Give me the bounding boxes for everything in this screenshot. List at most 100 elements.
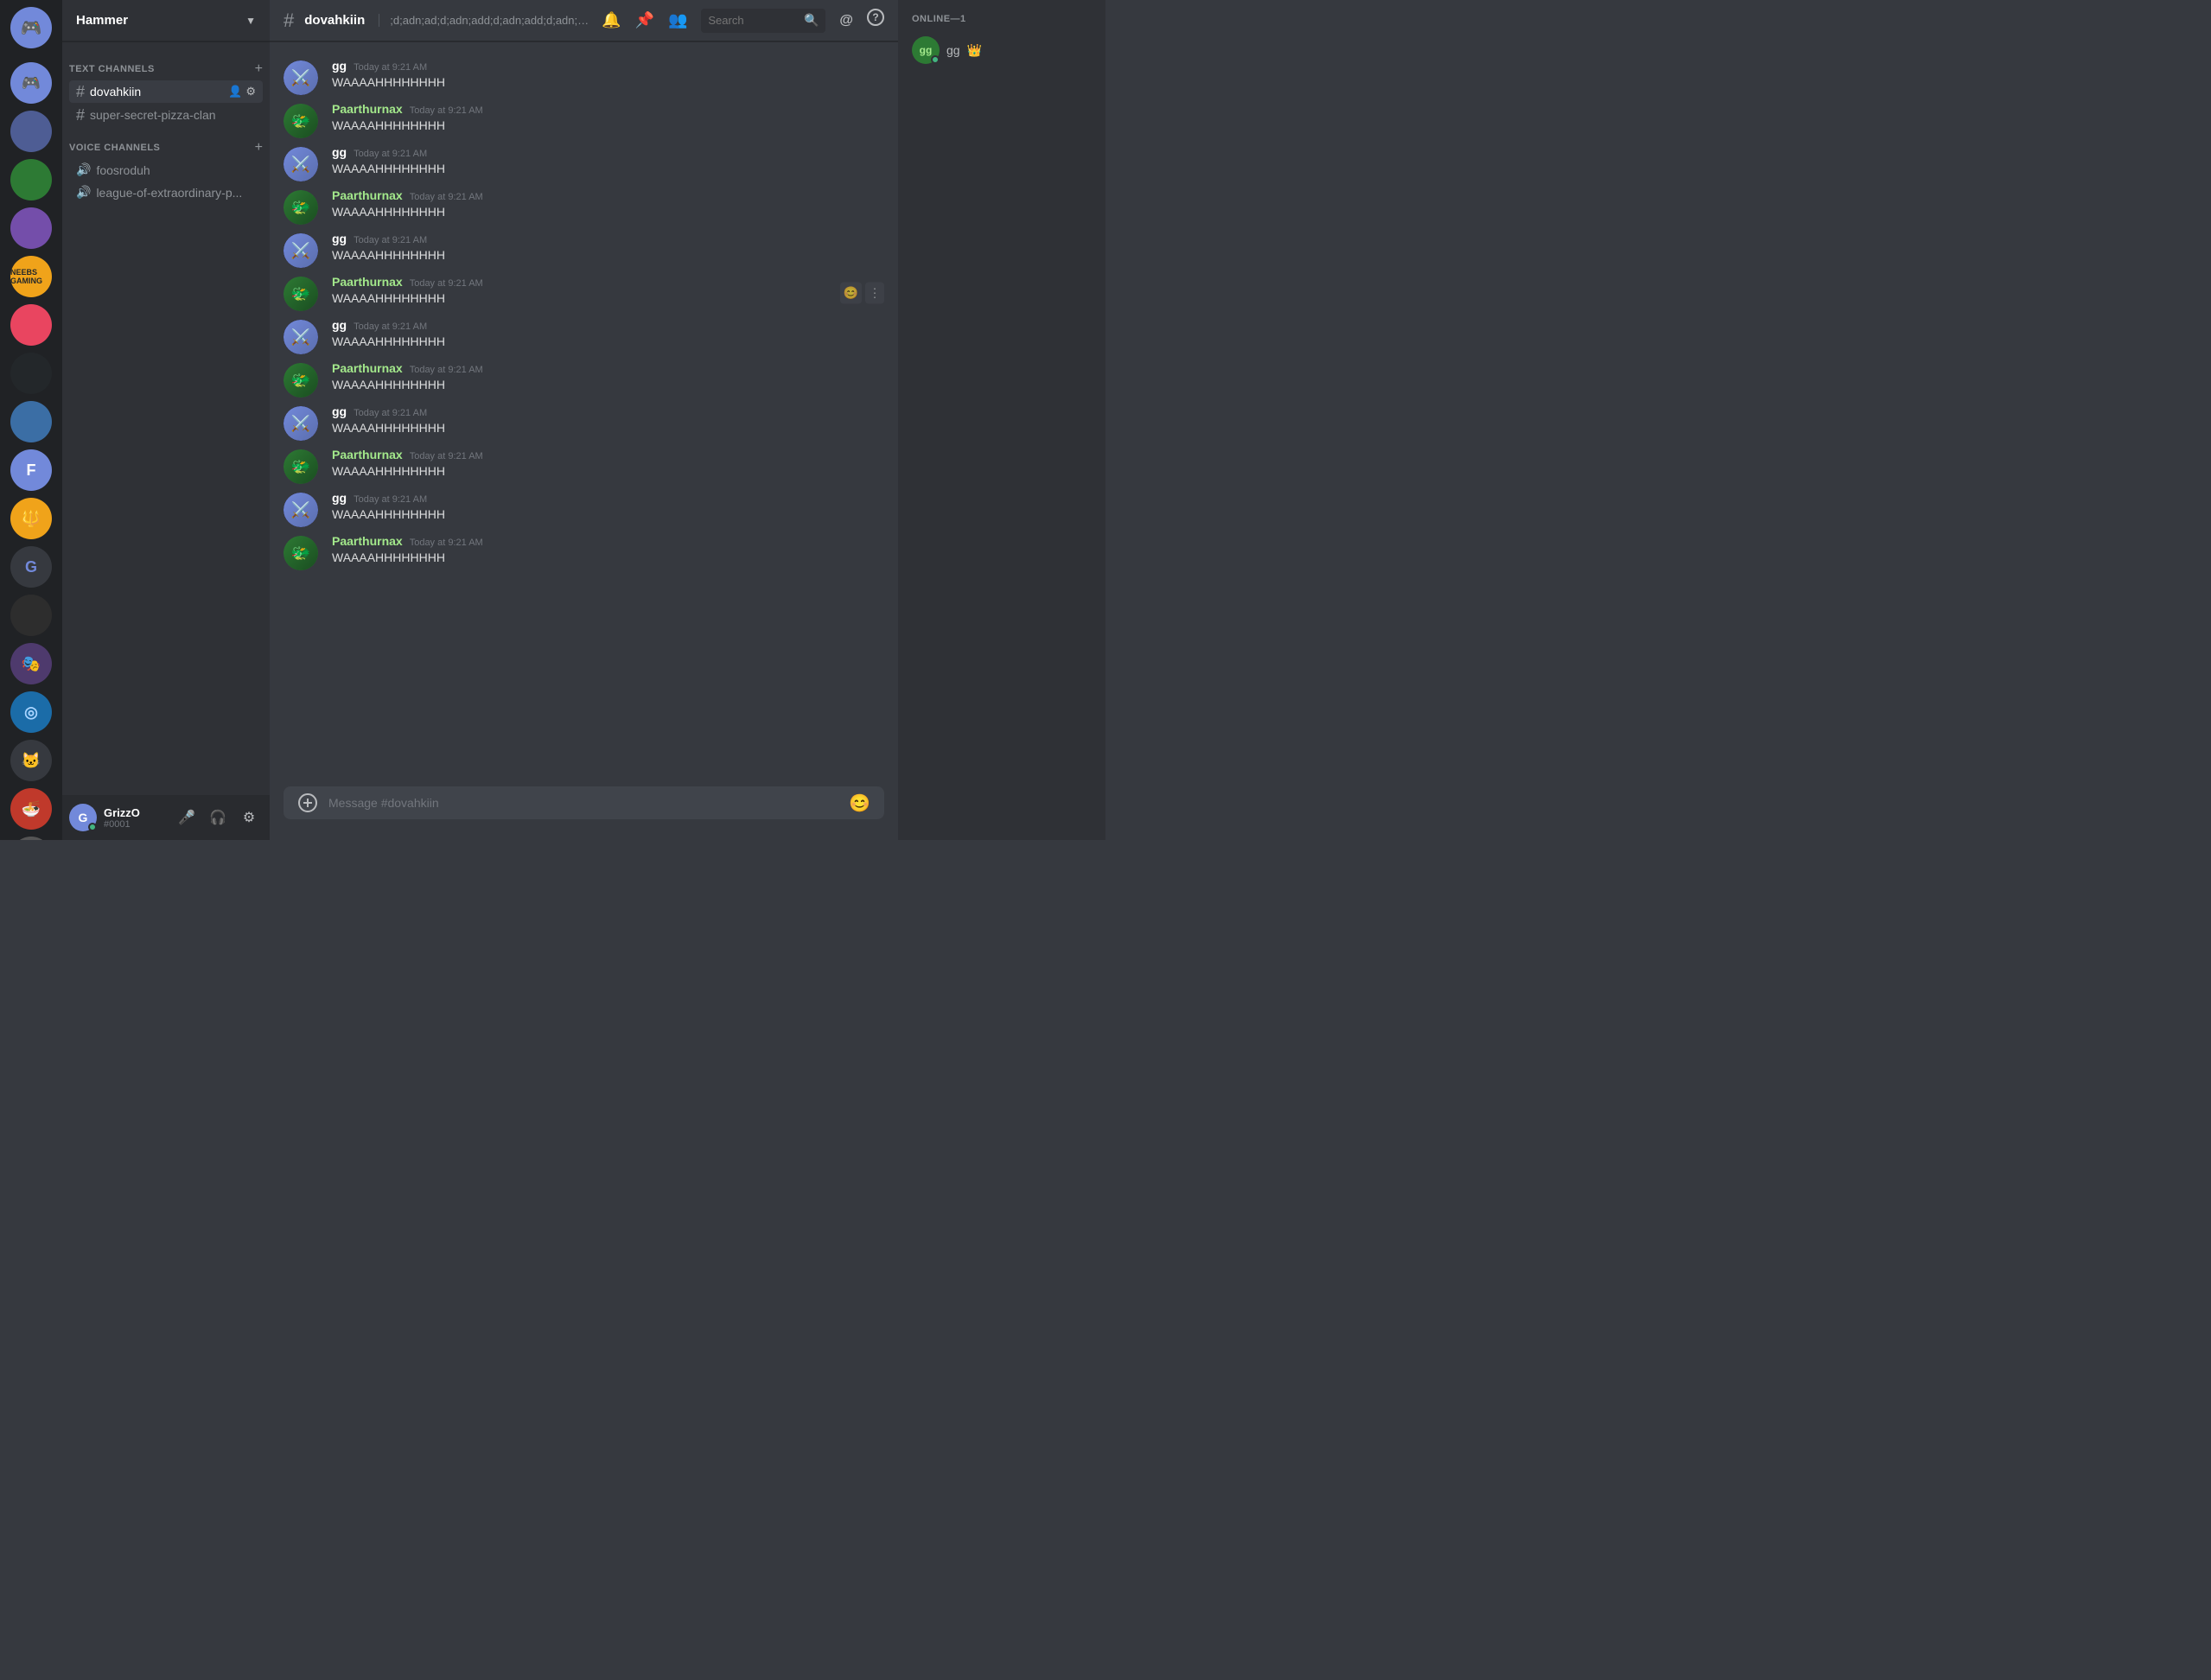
emoji-picker-button[interactable]: 😊 — [849, 792, 870, 814]
message-author: gg — [332, 145, 347, 159]
server-icon-4[interactable] — [10, 207, 52, 249]
message-header: ggToday at 9:21 AM — [332, 318, 884, 332]
message-timestamp: Today at 9:21 AM — [410, 451, 483, 461]
server-icon-11[interactable]: G — [10, 546, 52, 588]
channel-settings-icon[interactable]: 👤 — [228, 85, 242, 99]
message-author: Paarthurnax — [332, 102, 403, 116]
server-icon-1[interactable]: 🎮 — [10, 62, 52, 104]
message-input[interactable] — [328, 786, 838, 819]
channel-name-pizza-clan: super-secret-pizza-clan — [90, 108, 256, 122]
message-group: 😊 ⋮ 🐲 PaarthurnaxToday at 9:21 AMWAAAAHH… — [270, 271, 898, 315]
chat-input-container: 😊 — [270, 786, 898, 840]
messages-container[interactable]: ⚔️ ggToday at 9:21 AMWAAAAHHHHHHHH 🐲 Paa… — [270, 41, 898, 786]
server-icon-13[interactable]: 🎭 — [10, 643, 52, 684]
message-avatar-paarthurnax: 🐲 — [284, 277, 318, 311]
voice-channels-category[interactable]: VOICE CHANNELS + — [62, 127, 270, 158]
message-group: ⚔️ ggToday at 9:21 AMWAAAAHHHHHHHH — [270, 315, 898, 358]
channel-edit-icon[interactable]: ⚙ — [245, 85, 256, 99]
message-content: PaarthurnaxToday at 9:21 AMWAAAAHHHHHHHH — [332, 534, 884, 566]
chat-header-channel-name: dovahkiin — [304, 13, 365, 28]
text-channels-category[interactable]: TEXT CHANNELS + — [62, 48, 270, 80]
message-content: PaarthurnaxToday at 9:21 AMWAAAAHHHHHHHH — [332, 448, 884, 480]
channel-item-league[interactable]: 🔊 league-of-extraordinary-p... — [69, 181, 263, 203]
add-text-channel-button[interactable]: + — [255, 62, 263, 76]
pin-icon[interactable]: 📌 — [635, 9, 654, 33]
message-text: WAAAAHHHHHHHH — [332, 463, 884, 480]
message-avatar-paarthurnax: 🐲 — [284, 104, 318, 138]
message-text: WAAAAHHHHHHHH — [332, 550, 884, 566]
add-reaction-button[interactable]: 😊 — [840, 283, 862, 304]
message-content: PaarthurnaxToday at 9:21 AMWAAAAHHHHHHHH — [332, 361, 884, 393]
add-attachment-button[interactable] — [297, 792, 318, 813]
current-user-discriminator: #0001 — [104, 819, 166, 830]
channel-hash-icon: # — [76, 84, 85, 99]
server-icon-10[interactable]: 🔱 — [10, 498, 52, 539]
deafen-button[interactable]: 🎧 — [204, 804, 232, 831]
server-icon-14[interactable]: ◎ — [10, 691, 52, 733]
message-timestamp: Today at 9:21 AM — [354, 408, 427, 418]
at-icon[interactable]: @ — [839, 9, 853, 33]
message-group: ⚔️ ggToday at 9:21 AMWAAAAHHHHHHHH — [270, 401, 898, 444]
message-author: gg — [332, 232, 347, 245]
message-avatar-gg: ⚔️ — [284, 493, 318, 527]
server-icon-16[interactable]: 🍜 — [10, 788, 52, 830]
notification-icon[interactable]: 🔔 — [602, 9, 621, 33]
server-icon-9[interactable]: F — [10, 449, 52, 491]
help-icon[interactable]: ? — [867, 9, 884, 26]
message-header: gg Today at 9:21 AM — [332, 404, 884, 418]
server-name: Hammer — [76, 13, 128, 28]
online-members-header: ONLINE—1 — [905, 14, 1099, 31]
server-icon-12[interactable] — [10, 595, 52, 636]
message-author: gg — [332, 491, 347, 505]
message-timestamp: Today at 9:21 AM — [354, 494, 427, 505]
message-group: ⚔️ gg Today at 9:21 AMWAAAAHHHHHHHH — [270, 487, 898, 531]
channel-list: TEXT CHANNELS + # dovahkiin 👤 ⚙ # super-… — [62, 41, 270, 795]
message-author: gg — [332, 404, 347, 418]
message-content: ggToday at 9:21 AMWAAAAHHHHHHHH — [332, 145, 884, 177]
message-avatar-gg: ⚔️ — [284, 406, 318, 441]
server-icon-3[interactable] — [10, 159, 52, 200]
message-content: ggToday at 9:21 AM WAAAAHHHHHHHH — [332, 232, 884, 264]
server-icon-6[interactable] — [10, 304, 52, 346]
server-icon-15[interactable]: 🐱 — [10, 740, 52, 781]
server-icon-17[interactable]: 👕 — [10, 837, 52, 840]
message-text: WAAAAHHHHHHHH — [332, 506, 884, 523]
message-avatar-paarthurnax: 🐲 — [284, 190, 318, 225]
member-online-dot — [931, 55, 940, 64]
mute-button[interactable]: 🎤 — [173, 804, 201, 831]
server-icon-5[interactable]: NEEBS GAMING — [10, 256, 52, 297]
message-content: PaarthurnaxToday at 9:21 AMWAAAAHHHHHHHH — [332, 102, 884, 134]
user-area: G GrizzO #0001 🎤 🎧 ⚙ — [62, 795, 270, 840]
sidebar-header[interactable]: Hammer ▼ — [62, 0, 270, 41]
voice-channel-icon: 🔊 — [76, 162, 91, 177]
message-timestamp: Today at 9:21 AM — [410, 538, 483, 548]
text-channels-label: TEXT CHANNELS — [69, 64, 155, 74]
message-group: 🐲 PaarthurnaxToday at 9:21 AMWAAAAHHHHHH… — [270, 444, 898, 487]
message-timestamp: Today at 9:21 AM — [410, 105, 483, 116]
members-icon[interactable]: 👥 — [668, 9, 687, 33]
message-text: WAAAAHHHHHHHH — [332, 290, 884, 307]
message-timestamp: Today at 9:21 AM — [354, 321, 427, 332]
message-text: WAAAAHHHHHHHH — [332, 247, 884, 264]
message-header: ggToday at 9:21 AM — [332, 232, 884, 245]
message-timestamp: Today at 9:21 AM — [410, 192, 483, 202]
server-icon-home[interactable]: 🎮 — [10, 7, 52, 48]
message-header: PaarthurnaxToday at 9:21 AM — [332, 361, 884, 375]
message-header: ggToday at 9:21 AM — [332, 59, 884, 73]
channel-item-dovahkiin[interactable]: # dovahkiin 👤 ⚙ — [69, 80, 263, 103]
message-text: WAAAAHHHHHHHH — [332, 74, 884, 91]
user-settings-button[interactable]: ⚙ — [235, 804, 263, 831]
channel-item-foosroduh[interactable]: 🔊 foosroduh — [69, 159, 263, 181]
sidebar-chevron: ▼ — [245, 15, 256, 27]
server-icon-2[interactable] — [10, 111, 52, 152]
message-content: PaarthurnaxToday at 9:21 AMWAAAAHHHHHHHH — [332, 275, 884, 307]
channel-item-pizza-clan[interactable]: # super-secret-pizza-clan — [69, 104, 263, 126]
user-controls: 🎤 🎧 ⚙ — [173, 804, 263, 831]
chat-header-topic: ;d;adn;ad;d;adn;add;d;adn;add;d;adn;add;… — [379, 14, 595, 27]
add-voice-channel-button[interactable]: + — [255, 141, 263, 155]
member-item-gg[interactable]: gg gg 👑 — [905, 31, 1099, 69]
server-icon-7[interactable] — [10, 353, 52, 394]
more-options-button[interactable]: ⋮ — [865, 283, 884, 304]
server-icon-8[interactable] — [10, 401, 52, 442]
search-input[interactable] — [708, 14, 800, 27]
